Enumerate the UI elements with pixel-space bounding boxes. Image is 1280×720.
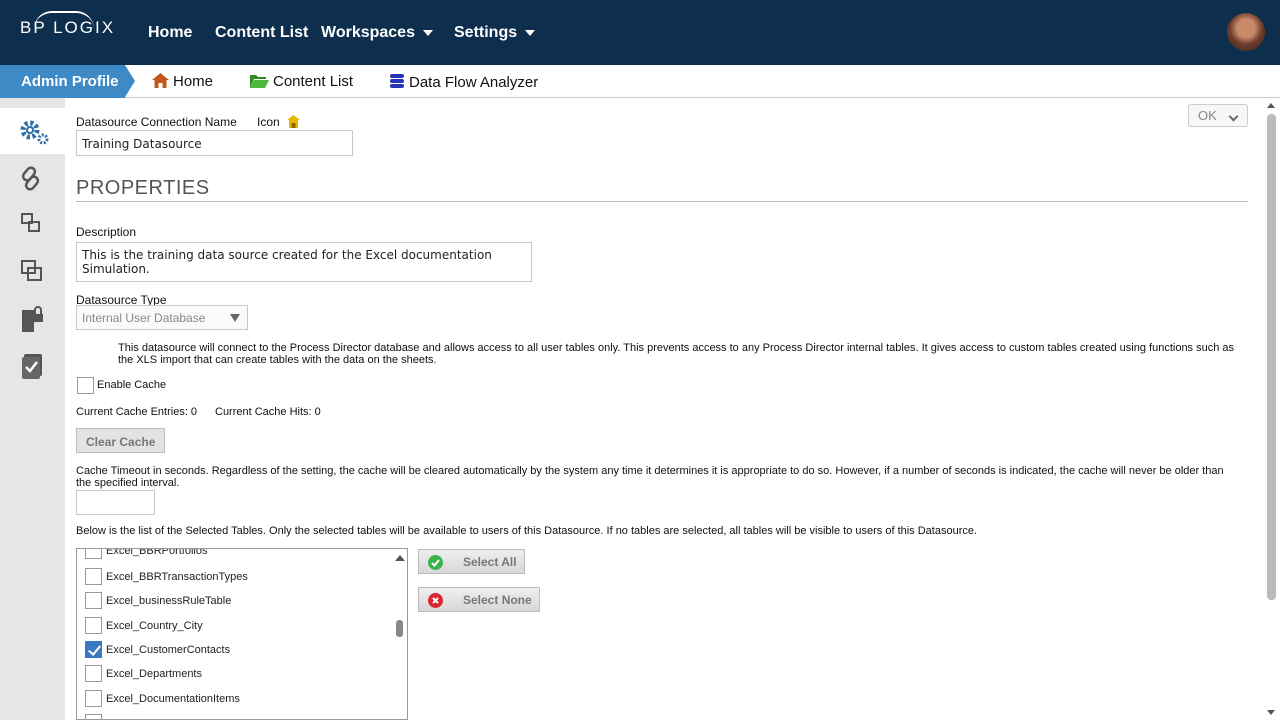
sidebar-item-copy[interactable] <box>0 248 65 294</box>
datasource-icon[interactable] <box>286 114 301 129</box>
scroll-thumb[interactable] <box>1267 114 1276 600</box>
enable-cache-label: Enable Cache <box>97 379 167 391</box>
breadcrumb-home-label: Home <box>173 73 214 90</box>
select-none-label: Select None <box>463 593 532 607</box>
connection-name-input[interactable]: Training Datasource <box>76 130 353 156</box>
close-circle-icon <box>428 593 443 608</box>
icon-label: Icon <box>257 115 280 129</box>
table-name: Excel_BBRTransactionTypes <box>106 571 248 583</box>
select-none-button[interactable]: Select None <box>418 587 540 612</box>
table-checkbox[interactable] <box>85 641 102 658</box>
cache-timeout-input[interactable] <box>76 490 155 515</box>
cache-hits-text: Current Cache Hits: 0 <box>215 406 321 418</box>
table-checkbox[interactable] <box>85 568 102 585</box>
nav-home[interactable]: Home <box>148 24 192 42</box>
sidebar-item-properties[interactable] <box>0 108 65 154</box>
table-name: Excel_DocumentationItems <box>106 693 240 705</box>
table-name: Excel_BBRPortfolios <box>106 548 208 557</box>
check-circle-icon <box>428 555 443 570</box>
nav-workspaces[interactable]: Workspaces <box>321 24 433 42</box>
breadcrumb-data-flow-analyzer-label: Data Flow Analyzer <box>409 74 539 91</box>
scroll-up-icon[interactable] <box>1267 103 1275 108</box>
chevron-down-icon <box>1228 111 1239 122</box>
breadcrumb-arrow <box>125 65 135 97</box>
section-divider <box>76 201 1248 202</box>
datasource-type-help: This datasource will connect to the Proc… <box>118 342 1235 366</box>
ok-button-label: OK <box>1198 108 1217 123</box>
breadcrumb-admin-profile[interactable]: Admin Profile <box>0 65 125 98</box>
table-checkbox[interactable] <box>85 617 102 634</box>
breadcrumb-content-list-label: Content List <box>273 73 354 90</box>
properties-heading: PROPERTIES <box>76 177 210 199</box>
lock-document-icon <box>22 306 43 332</box>
checklist-icon <box>22 354 42 379</box>
table-checkbox[interactable] <box>85 714 102 719</box>
cache-entries-text: Current Cache Entries: 0 <box>76 406 198 418</box>
table-name: Excel_Departments <box>106 668 202 680</box>
nav-settings[interactable]: Settings <box>454 24 536 42</box>
breadcrumb-bar: Admin Profile Home Content List Data Flo… <box>0 65 1280 98</box>
clear-cache-button[interactable]: Clear Cache <box>76 428 165 453</box>
bp-logix-logo[interactable]: BP LOGIX <box>20 18 115 38</box>
nav-settings-label: Settings <box>454 24 518 41</box>
folder-open-icon <box>250 75 269 88</box>
chevron-down-icon <box>230 314 240 322</box>
select-all-button[interactable]: Select All <box>418 549 525 574</box>
table-checkbox[interactable] <box>85 665 102 682</box>
nav-workspaces-label: Workspaces <box>321 24 415 41</box>
datasource-type-select[interactable]: Internal User Database <box>76 305 248 330</box>
breadcrumb-data-flow-analyzer[interactable]: Data Flow Analyzer <box>389 73 538 91</box>
top-navigation-bar: BP LOGIX Home Content List Workspaces Se… <box>0 0 1280 65</box>
cache-timeout-help: Cache Timeout in seconds. Regardless of … <box>76 465 1224 489</box>
enable-cache-checkbox[interactable] <box>77 377 94 394</box>
list-scrollbar[interactable] <box>391 549 407 719</box>
link-icon <box>21 166 40 191</box>
description-textarea[interactable]: This is the training data source created… <box>76 242 532 282</box>
sidebar-item-links[interactable] <box>0 155 65 201</box>
table-name: Excel_businessRuleTable <box>106 595 232 607</box>
user-avatar[interactable] <box>1227 13 1265 51</box>
table-name: Excel_Country_City <box>106 620 203 632</box>
database-icon <box>390 74 404 88</box>
select-all-label: Select All <box>463 555 517 569</box>
connection-name-label: Datasource Connection Name <box>76 115 237 129</box>
house-icon <box>152 73 169 88</box>
scroll-down-icon[interactable] <box>1267 710 1275 715</box>
selected-tables-list[interactable]: Excel_BBRPortfolios Excel_BBRTransaction… <box>76 548 408 720</box>
table-checkbox[interactable] <box>85 549 102 559</box>
datasource-type-value: Internal User Database <box>82 311 206 325</box>
relations-icon <box>21 213 40 232</box>
table-checkbox[interactable] <box>85 592 102 609</box>
description-label: Description <box>76 225 137 239</box>
page-scrollbar[interactable] <box>1263 98 1280 720</box>
chevron-down-icon <box>525 29 536 36</box>
sidebar-item-checklist[interactable] <box>0 341 65 387</box>
copy-icon <box>21 260 42 281</box>
ok-button[interactable]: OK <box>1188 104 1248 127</box>
left-sidebar <box>0 98 65 720</box>
scroll-thumb[interactable] <box>396 620 403 637</box>
breadcrumb-content-list[interactable]: Content List <box>250 73 353 90</box>
breadcrumb-home[interactable]: Home <box>152 73 213 90</box>
sidebar-item-security[interactable] <box>0 294 65 340</box>
table-name: Excel_CustomerContacts <box>106 644 231 656</box>
nav-content-list[interactable]: Content List <box>215 24 308 42</box>
chevron-down-icon <box>422 29 433 36</box>
selected-tables-help: Below is the list of the Selected Tables… <box>76 525 978 537</box>
sidebar-item-relations[interactable] <box>0 201 65 247</box>
table-checkbox[interactable] <box>85 690 102 707</box>
gears-icon <box>20 120 49 145</box>
scroll-up-icon[interactable] <box>395 555 405 561</box>
